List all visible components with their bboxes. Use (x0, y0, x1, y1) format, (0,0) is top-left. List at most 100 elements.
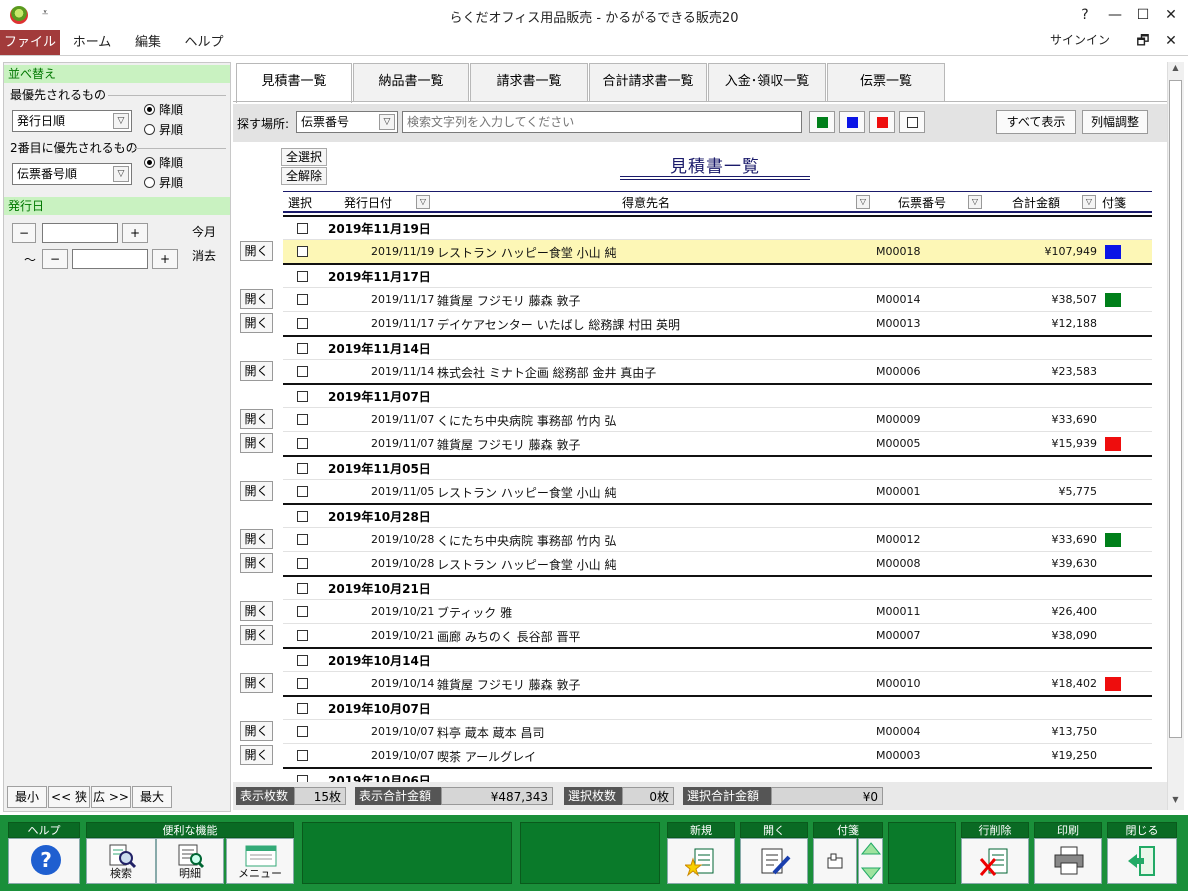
table-row[interactable]: 2019/11/14 株式会社 ミナト企画 総務部 金井 真由子 M00006 ¥23… (283, 359, 1152, 383)
secondary-asc-radio[interactable]: 昇順 (144, 174, 183, 191)
new-button[interactable] (667, 838, 735, 884)
open-row-button[interactable]: 開く (240, 433, 273, 453)
signin-link[interactable]: サインイン (1050, 30, 1110, 55)
row-checkbox[interactable] (297, 678, 308, 689)
table-row[interactable]: 2019/11/17 デイケアセンター いたばし 総務課 村田 英明 M00013 ¥… (283, 311, 1152, 335)
date-to-input[interactable] (72, 249, 148, 269)
scroll-thumb[interactable] (1169, 80, 1182, 738)
ribbon-tab-home[interactable]: ホーム (66, 30, 118, 55)
group-checkbox[interactable] (297, 463, 308, 474)
zoom-wide-button[interactable]: 広 >> (91, 786, 131, 808)
row-checkbox[interactable] (297, 726, 308, 737)
group-checkbox[interactable] (297, 703, 308, 714)
ribbon-tab-file[interactable]: ファイル (0, 30, 60, 55)
open-row-button[interactable]: 開く (240, 529, 273, 549)
open-row-button[interactable]: 開く (240, 313, 273, 333)
group-checkbox[interactable] (297, 391, 308, 402)
open-row-button[interactable]: 開く (240, 673, 273, 693)
date-to-plus-button[interactable]: + (152, 249, 178, 269)
table-row[interactable]: 2019/11/05 レストラン ハッピー食堂 小山 純 M00001 ¥5,775 (283, 479, 1152, 503)
row-checkbox[interactable] (297, 294, 308, 305)
ribbon-close-icon[interactable]: ✕ (1156, 30, 1186, 52)
chevron-down-icon[interactable]: ▽ (416, 195, 430, 209)
menu-button[interactable]: メニュー (226, 838, 294, 884)
chevron-down-icon[interactable]: ▽ (856, 195, 870, 209)
row-checkbox[interactable] (297, 414, 308, 425)
header-amount[interactable]: 合計金額 (1012, 194, 1060, 211)
close-button[interactable] (1107, 838, 1177, 884)
table-row[interactable]: 2019/10/28 くにたち中央病院 事務部 竹内 弘 M00012 ¥33,690 (283, 527, 1152, 551)
open-row-button[interactable]: 開く (240, 625, 273, 645)
table-row[interactable]: 2019/10/28 レストラン ハッピー食堂 小山 純 M00008 ¥39,630 (283, 551, 1152, 575)
open-row-button[interactable]: 開く (240, 553, 273, 573)
secondary-desc-radio[interactable]: 降順 (144, 154, 183, 171)
table-row[interactable]: 2019/11/17 雑貨屋 フジモリ 藤森 敦子 M00014 ¥38,507 (283, 287, 1152, 311)
filter-green-button[interactable] (809, 111, 835, 133)
open-row-button[interactable]: 開く (240, 481, 273, 501)
row-checkbox[interactable] (297, 630, 308, 641)
zoom-narrow-button[interactable]: << 狭 (48, 786, 90, 808)
row-checkbox[interactable] (297, 366, 308, 377)
print-button[interactable] (1034, 838, 1102, 884)
delete-row-button[interactable] (961, 838, 1029, 884)
group-checkbox[interactable] (297, 343, 308, 354)
filter-red-button[interactable] (869, 111, 895, 133)
tab-invoice-list[interactable]: 請求書一覧 (470, 63, 588, 101)
primary-sort-select[interactable]: 発行日順 ▽ (12, 110, 132, 132)
column-adjust-button[interactable]: 列幅調整 (1082, 110, 1148, 134)
row-checkbox[interactable] (297, 534, 308, 545)
header-customer[interactable]: 得意先名 (622, 194, 670, 211)
minimize-icon[interactable]: — (1100, 4, 1130, 26)
deselect-all-button[interactable]: 全解除 (281, 167, 327, 185)
filter-blue-button[interactable] (839, 111, 865, 133)
help-button[interactable]: ? (8, 838, 80, 884)
help-icon[interactable]: ? (1070, 4, 1100, 26)
date-clear-button[interactable]: 消去 (185, 247, 223, 269)
table-row[interactable]: 2019/10/07 喫茶 アールグレイ M00003 ¥19,250 (283, 743, 1152, 767)
ribbon-tab-edit[interactable]: 編集 (124, 30, 172, 55)
tab-slip-list[interactable]: 伝票一覧 (827, 63, 945, 101)
row-checkbox[interactable] (297, 246, 308, 257)
group-checkbox[interactable] (297, 583, 308, 594)
group-checkbox[interactable] (297, 511, 308, 522)
chevron-down-icon[interactable]: ▽ (379, 114, 395, 130)
open-row-button[interactable]: 開く (240, 361, 273, 381)
select-all-button[interactable]: 全選択 (281, 148, 327, 166)
secondary-sort-select[interactable]: 伝票番号順 ▽ (12, 163, 132, 185)
date-from-input[interactable] (42, 223, 118, 243)
zoom-max-button[interactable]: 最大 (132, 786, 172, 808)
chevron-down-icon[interactable]: ▽ (968, 195, 982, 209)
filter-none-button[interactable] (899, 111, 925, 133)
search-scope-select[interactable]: 伝票番号 ▽ (296, 111, 398, 133)
header-number[interactable]: 伝票番号 (898, 194, 946, 211)
row-checkbox[interactable] (297, 486, 308, 497)
this-month-button[interactable]: 今月 (185, 223, 223, 245)
row-checkbox[interactable] (297, 318, 308, 329)
open-row-button[interactable]: 開く (240, 289, 273, 309)
group-checkbox[interactable] (297, 271, 308, 282)
restore-icon[interactable]: 🗗 (1128, 30, 1158, 52)
group-checkbox[interactable] (297, 223, 308, 234)
search-button[interactable]: 検索 (86, 838, 156, 884)
ribbon-tab-help[interactable]: ヘルプ (178, 30, 230, 55)
tab-payment-list[interactable]: 入金･領収一覧 (708, 63, 826, 101)
open-row-button[interactable]: 開く (240, 241, 273, 261)
table-row[interactable]: 2019/11/07 くにたち中央病院 事務部 竹内 弘 M00009 ¥33,690 (283, 407, 1152, 431)
open-row-button[interactable]: 開く (240, 721, 273, 741)
table-row[interactable]: 2019/10/14 雑貨屋 フジモリ 藤森 敦子 M00010 ¥18,402 (283, 671, 1152, 695)
close-icon[interactable]: ✕ (1156, 4, 1186, 26)
header-date[interactable]: 発行日付 (344, 194, 392, 211)
chevron-down-icon[interactable]: ▽ (1082, 195, 1096, 209)
date-to-minus-button[interactable]: − (42, 249, 68, 269)
primary-desc-radio[interactable]: 降順 (144, 101, 183, 118)
table-row[interactable]: 2019/11/07 雑貨屋 フジモリ 藤森 敦子 M00005 ¥15,939 (283, 431, 1152, 455)
tag-button[interactable] (813, 838, 857, 884)
maximize-icon[interactable]: ☐ (1128, 4, 1158, 26)
search-input[interactable] (402, 111, 802, 133)
table-row[interactable]: 2019/10/21 ブティック 雅 M00011 ¥26,400 (283, 599, 1152, 623)
open-row-button[interactable]: 開く (240, 409, 273, 429)
primary-asc-radio[interactable]: 昇順 (144, 121, 183, 138)
open-row-button[interactable]: 開く (240, 601, 273, 621)
chevron-down-icon[interactable]: ▽ (113, 166, 129, 182)
tag-updown-button[interactable] (858, 838, 883, 884)
